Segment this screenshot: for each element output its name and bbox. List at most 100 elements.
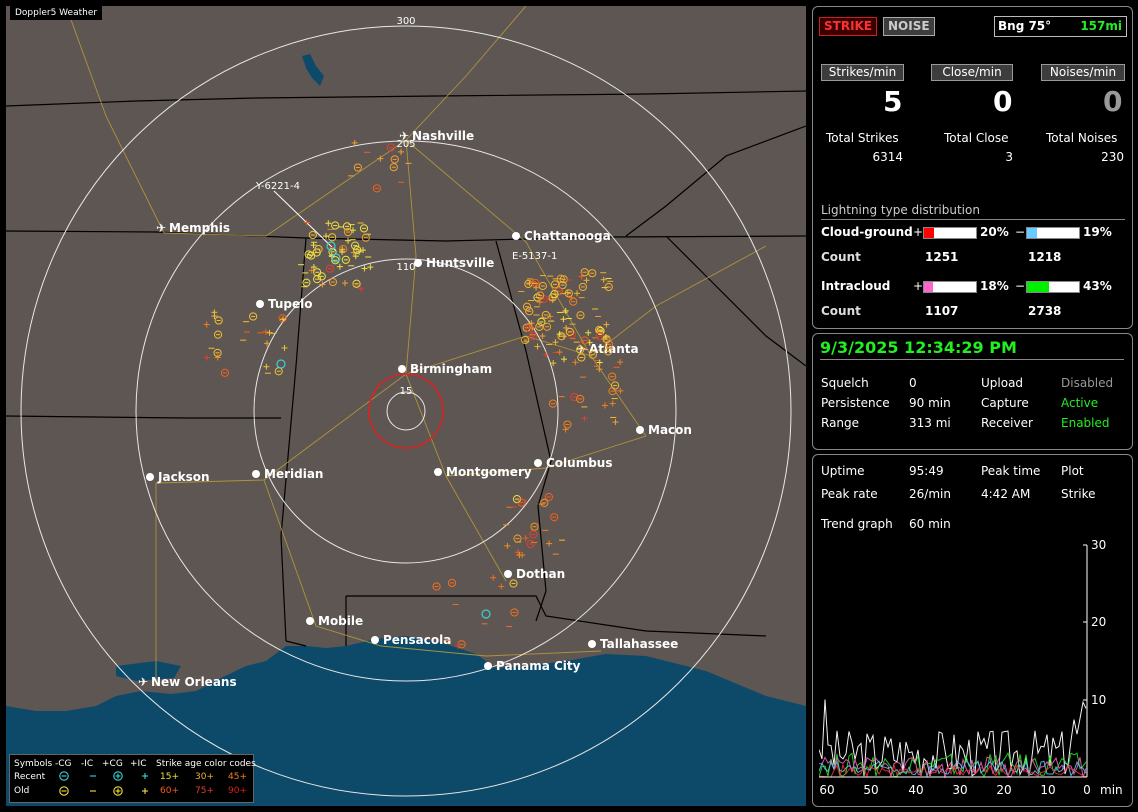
strike-indicator[interactable]: STRIKE [819,17,878,36]
current-datetime: 9/3/2025 12:34:29 PM [820,338,1017,357]
trend-graph: 30 20 10 60 50 40 30 20 10 0 min [819,538,1123,797]
persistence-label: Persistence [821,396,890,410]
persistence-value[interactable]: 90 min [909,396,951,410]
bearing-distance: 157mi [1080,19,1122,33]
trend-graph-label: Trend graph [821,517,893,531]
city-new-orleans: ✈ New Orleans [138,675,237,689]
plot-label: Plot [1061,464,1084,478]
city-dot [252,470,260,478]
storm-cell-pointer [273,190,337,252]
peak-time-label: Peak time [981,464,1041,478]
highways [65,6,767,686]
uptime-label: Uptime [821,464,865,478]
ic-plus-sign: + [913,279,924,293]
legend-age-75: 75+ [195,786,214,796]
ic-neg-percent: 43% [1083,279,1112,293]
receiver-label: Receiver [981,416,1033,430]
noise-indicator[interactable]: NOISE [883,17,935,36]
cg-neg-percent: 19% [1083,225,1112,239]
x-tick-10: 10 [1040,783,1055,797]
city-dot [256,300,264,308]
cg-neg-bar [1026,227,1080,239]
ic-minus-sign: − [1015,279,1026,293]
city-dot [636,426,644,434]
ic-neg-count: 2738 [1028,304,1062,318]
city-birmingham: Birmingham [398,362,492,376]
city-dot [146,473,154,481]
city-dot [398,365,406,373]
city-tupelo: Tupelo [256,297,313,311]
city-dot [484,662,492,670]
cg-count-label: Count [821,250,861,264]
city-label: Chattanooga [524,229,611,243]
peak-rate-label: Peak rate [821,487,878,501]
x-tick-30: 30 [952,783,967,797]
city-label: New Orleans [151,675,237,689]
city-label: Columbus [546,456,613,470]
city-dot [504,570,512,578]
trend-graph-value[interactable]: 60 min [909,517,951,531]
trend-y-ticks [1083,544,1087,701]
storm-cell-label: E-5137-1 [512,251,557,262]
upload-value[interactable]: Disabled [1061,376,1113,390]
city-label: Huntsville [426,256,494,270]
y-tick-20: 20 [1091,615,1106,629]
city-columbus: Columbus [534,456,613,470]
airport-icon: ✈ [156,221,166,235]
legend-col-pos-ic: +IC [130,759,147,769]
city-dot [414,259,422,267]
airport-icon: ✈ [138,675,148,689]
y-tick-30: 30 [1091,538,1106,552]
x-unit: min [1100,783,1123,797]
noises-per-min-value: 0 [1103,85,1123,118]
cg-pos-percent: 20% [980,225,1009,239]
distribution-title: Lightning type distribution [821,203,980,217]
ring-label: 300 [396,16,415,27]
ic-count-label: Count [821,304,861,318]
cloud-ground-label: Cloud-ground [821,225,913,239]
noises-per-min-label: Noises/min [1041,64,1125,81]
cg-pos-bar [923,227,977,239]
trend-x-ticks: 60 50 40 30 20 10 0 [819,783,1090,797]
squelch-value[interactable]: 0 [909,376,917,390]
legend-symbols-label: Symbols [14,759,53,769]
ic-pos-percent: 18% [980,279,1009,293]
legend-age-title: Strike age color codes [156,759,256,769]
cg-plus-sign: + [913,225,924,239]
city-meridian: Meridian [252,467,323,481]
lake-tn [302,54,324,86]
plot-value[interactable]: Strike [1061,487,1096,501]
city-label: Jackson [157,470,210,484]
city-dot [512,232,520,240]
intracloud-label: Intracloud [821,279,891,293]
city-label: Tallahassee [600,637,678,651]
city-label: Montgomery [446,465,532,479]
city-dot [534,459,542,467]
legend-age-15: 15+ [160,772,179,782]
city-label: Nashville [412,129,474,143]
uptime-value: 95:49 [909,464,944,478]
legend-col-pos-cg: +CG [102,759,123,769]
squelch-label: Squelch [821,376,869,390]
city-jackson: Jackson [146,470,210,484]
receiver-value[interactable]: Enabled [1061,416,1110,430]
bearing-box: Bng 75° 157mi [994,16,1127,37]
strikes-per-min-label: Strikes/min [821,64,904,81]
capture-value[interactable]: Active [1061,396,1098,410]
cities: ✈ Nashville✈ MemphisChattanoogaHuntsvilleT… [138,129,692,689]
city-montgomery: Montgomery [434,465,532,479]
storm-cell-label: Y-6221-4 [255,181,300,192]
y-tick-10: 10 [1091,693,1106,707]
lightning-map[interactable]: 300 205 110 15 ✈ Nashville ✈ Memphis Chattanoog… [6,6,806,806]
legend-age-30: 30+ [195,772,214,782]
x-tick-60: 60 [819,783,834,797]
range-label: Range [821,416,860,430]
settings-panel: 9/3/2025 12:34:29 PM Squelch 0 Upload Di… [812,333,1133,450]
ring-label: 15 [400,386,413,397]
ring-label: 110 [396,262,415,273]
range-value[interactable]: 313 mi [909,416,951,430]
city-dot [434,468,442,476]
recent-strike-marker [276,359,286,369]
x-tick-0: 0 [1083,783,1091,797]
ic-pos-count: 1107 [925,304,959,318]
